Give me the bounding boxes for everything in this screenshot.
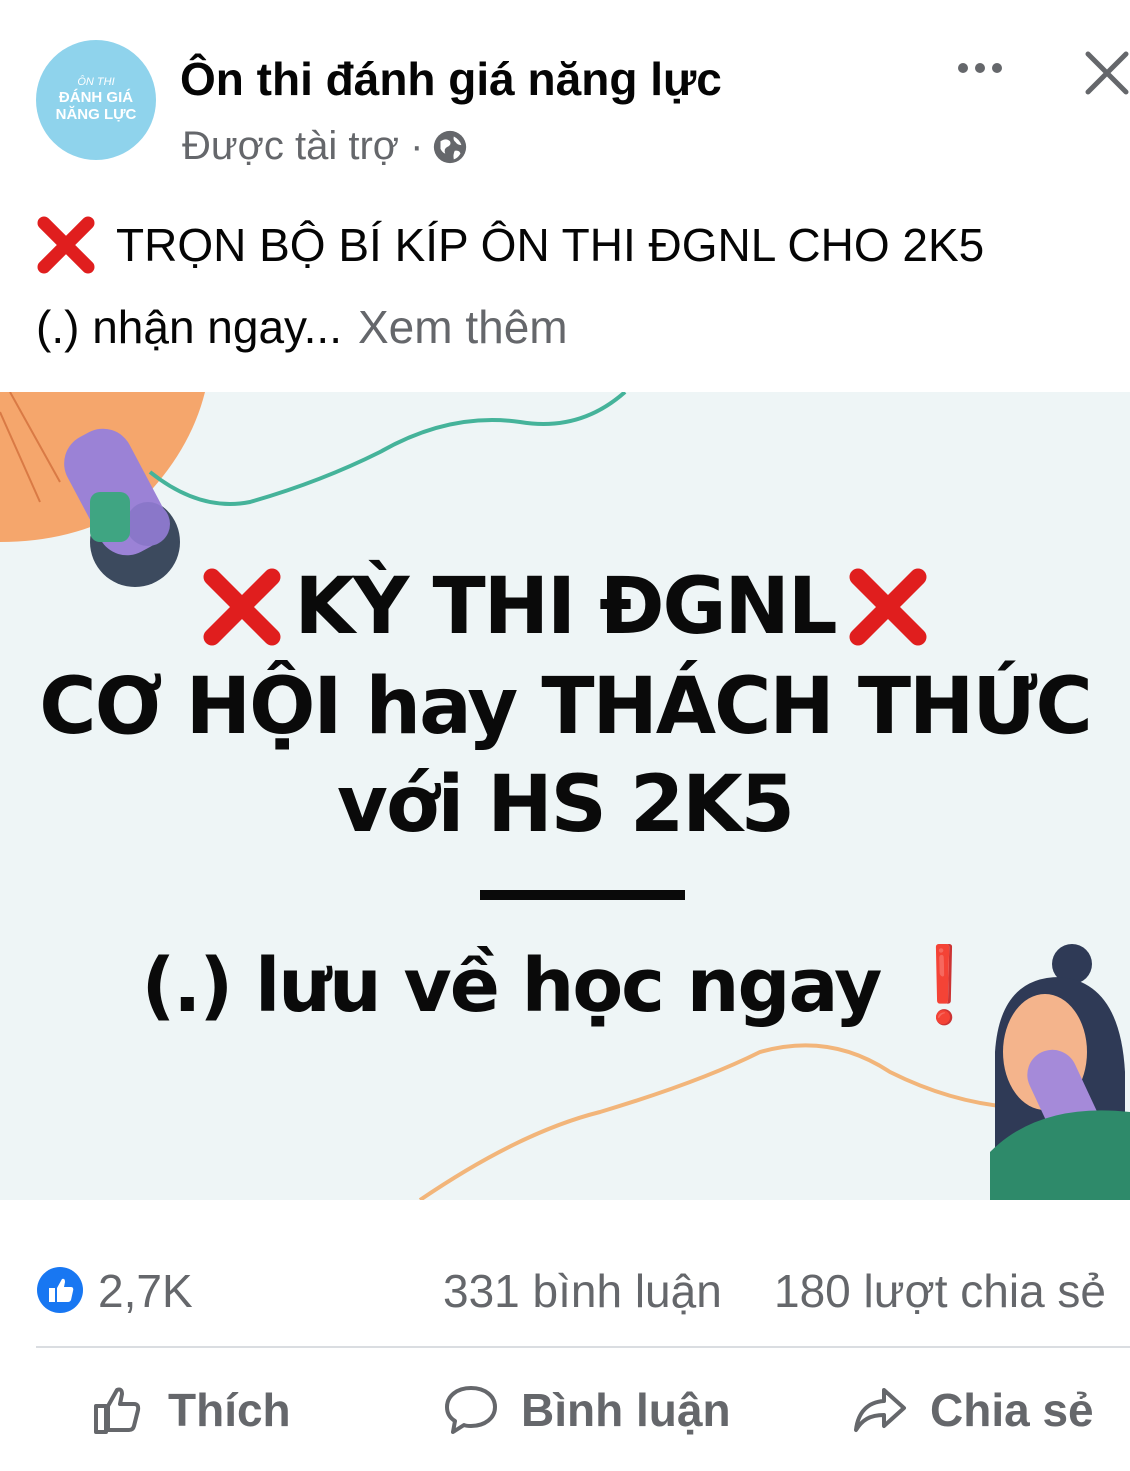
comment-label: Bình luận bbox=[521, 1384, 731, 1436]
avatar-line-2: ĐÁNH GIÁ bbox=[58, 89, 134, 107]
like-count[interactable]: 2,7K bbox=[98, 1264, 193, 1318]
headline-text-4: (.) lưu về học ngay bbox=[141, 942, 882, 1029]
caption-line-2: (.) nhận ngay... bbox=[36, 301, 342, 353]
image-headline-4: (.) lưu về học ngay ❗ bbox=[0, 942, 1130, 1029]
like-reaction-icon[interactable] bbox=[36, 1266, 84, 1314]
red-x-icon bbox=[849, 568, 927, 646]
more-options-button[interactable] bbox=[945, 48, 1015, 88]
like-label: Thích bbox=[168, 1384, 291, 1436]
stats-divider bbox=[36, 1346, 1130, 1348]
image-divider bbox=[480, 890, 685, 900]
image-headline-1: KỲ THI ĐGNL bbox=[0, 562, 1130, 652]
share-count[interactable]: 180 lượt chia sẻ bbox=[774, 1264, 1106, 1318]
caption-line-1: TRỌN BỘ BÍ KÍP ÔN THI ĐGNL CHO 2K5 bbox=[116, 219, 985, 271]
avatar-line-3: NĂNG LỰC bbox=[55, 106, 137, 124]
share-label: Chia sẻ bbox=[930, 1384, 1094, 1436]
share-arrow-icon bbox=[854, 1388, 906, 1432]
exclamation-icon: ❗ bbox=[898, 942, 990, 1028]
comment-button[interactable]: Bình luận bbox=[443, 1378, 731, 1442]
post-caption: TRỌN BỘ BÍ KÍP ÔN THI ĐGNL CHO 2K5 (.) n… bbox=[36, 210, 1116, 362]
share-button[interactable]: Chia sẻ bbox=[852, 1378, 1094, 1442]
sponsored-post: ÔN THI ĐÁNH GIÁ NĂNG LỰC Ôn thi đánh giá… bbox=[0, 0, 1130, 1471]
reaction-stats: 2,7K 331 bình luận 180 lượt chia sẻ bbox=[0, 1250, 1130, 1330]
more-icon bbox=[958, 63, 968, 73]
image-headline-2: CƠ HỘI hay THÁCH THỨC bbox=[39, 662, 1093, 752]
post-header: ÔN THI ĐÁNH GIÁ NĂNG LỰC Ôn thi đánh giá… bbox=[0, 0, 1130, 190]
page-avatar[interactable]: ÔN THI ĐÁNH GIÁ NĂNG LỰC bbox=[36, 40, 156, 160]
sponsored-label[interactable]: Được tài trợ · bbox=[182, 124, 423, 169]
comment-bubble-icon bbox=[445, 1386, 497, 1434]
red-x-icon bbox=[37, 216, 95, 274]
headline-text-1: KỲ THI ĐGNL bbox=[294, 562, 837, 652]
avatar-line-1: ÔN THI bbox=[77, 76, 115, 89]
comment-count[interactable]: 331 bình luận bbox=[443, 1264, 722, 1318]
thumbs-up-icon bbox=[94, 1387, 141, 1434]
post-image[interactable]: KỲ THI ĐGNL CƠ HỘI hay THÁCH THỨC với HS… bbox=[0, 392, 1130, 1200]
close-icon[interactable] bbox=[1078, 44, 1130, 96]
page-name-link[interactable]: Ôn thi đánh giá năng lực bbox=[180, 52, 722, 106]
image-headline-3: với HS 2K5 bbox=[337, 760, 795, 850]
action-bar: Thích Bình luận Chia sẻ bbox=[0, 1360, 1130, 1460]
globe-icon bbox=[434, 130, 467, 163]
post-meta: Được tài trợ · bbox=[182, 124, 469, 169]
see-more-link[interactable]: Xem thêm bbox=[358, 300, 568, 354]
red-x-icon bbox=[203, 568, 281, 646]
like-button[interactable]: Thích bbox=[90, 1378, 291, 1442]
